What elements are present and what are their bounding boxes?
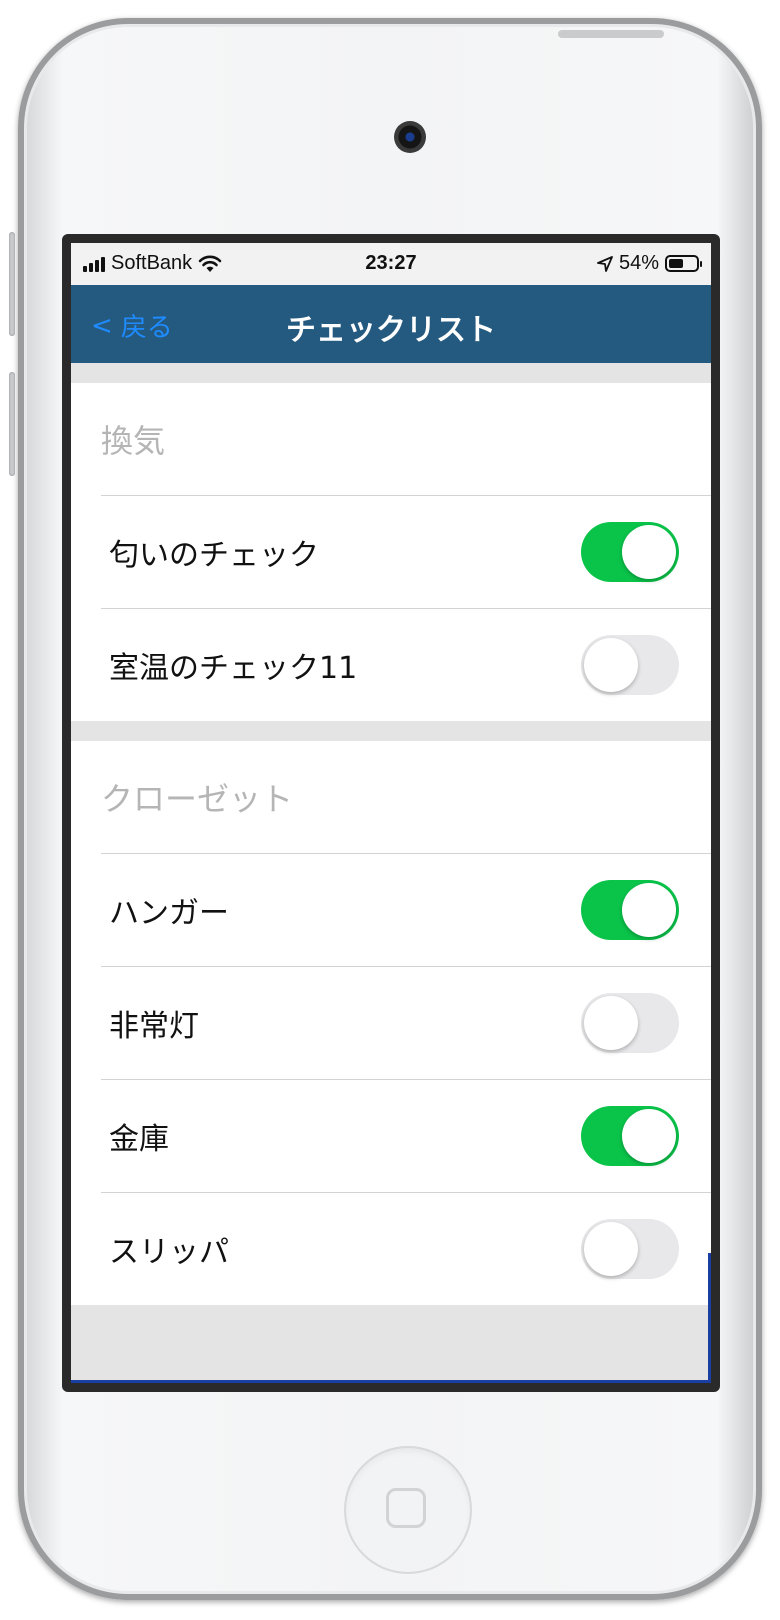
toggle-knob	[622, 525, 676, 579]
screen-edge-artifact	[708, 1253, 711, 1383]
toggle-knob	[584, 638, 638, 692]
toggle-knob	[622, 883, 676, 937]
volume-up-button	[9, 232, 15, 336]
app-display: SoftBank 23:27 54% < 戻る チェックリスト 換気匂いのチェッ…	[71, 243, 711, 1383]
home-button[interactable]	[344, 1446, 472, 1574]
checklist-item-label: ハンガー	[109, 896, 229, 931]
navigation-bar: < 戻る チェックリスト	[71, 285, 711, 363]
home-square-icon	[386, 1488, 426, 1528]
checklist: 換気 匂いのチェック 室温のチェック11 クローゼット ハンガー 非常灯 金庫 スリッパ	[71, 363, 711, 1325]
location-arrow-icon	[597, 255, 613, 272]
checklist-item-label: スリッパ	[109, 1235, 229, 1270]
checklist-item-label: 匂いのチェック	[109, 538, 319, 573]
section-separator	[71, 721, 711, 741]
checklist-item-label: 非常灯	[109, 1009, 199, 1044]
checklist-row: 匂いのチェック	[101, 495, 711, 608]
section-separator	[71, 1305, 711, 1325]
battery-fill	[669, 259, 684, 268]
status-bar: SoftBank 23:27 54%	[71, 243, 711, 285]
toggle-switch[interactable]	[581, 1106, 679, 1166]
section-header: 換気	[101, 422, 166, 460]
section-separator	[71, 363, 711, 383]
toggle-switch[interactable]	[581, 880, 679, 940]
battery-percent: 54%	[618, 252, 659, 274]
checklist-row: スリッパ	[101, 1192, 711, 1305]
front-camera	[394, 121, 426, 153]
toggle-knob	[584, 996, 638, 1050]
checklist-row: 室温のチェック11	[101, 608, 711, 721]
toggle-switch[interactable]	[581, 993, 679, 1053]
checklist-item-label: 金庫	[109, 1122, 169, 1157]
toggle-switch[interactable]	[581, 1219, 679, 1279]
toggle-switch[interactable]	[581, 522, 679, 582]
checklist-row: 金庫	[101, 1079, 711, 1192]
checklist-row: ハンガー	[101, 853, 711, 966]
page-title: チェックリスト	[286, 313, 496, 348]
screen-bottom-artifact	[71, 1380, 711, 1383]
power-button	[558, 30, 664, 38]
section-header: クローゼット	[101, 780, 294, 818]
checklist-section: クローゼットハンガー非常灯金庫スリッパ	[71, 741, 711, 1305]
toggle-knob	[584, 1222, 638, 1276]
toggle-knob	[622, 1109, 676, 1163]
toggle-switch[interactable]	[581, 635, 679, 695]
battery-icon	[665, 255, 702, 272]
checklist-section: 換気匂いのチェック室温のチェック11	[71, 383, 711, 721]
checklist-item-label: 室温のチェック11	[109, 651, 358, 686]
volume-down-button	[9, 372, 15, 476]
checklist-row: 非常灯	[101, 966, 711, 1079]
